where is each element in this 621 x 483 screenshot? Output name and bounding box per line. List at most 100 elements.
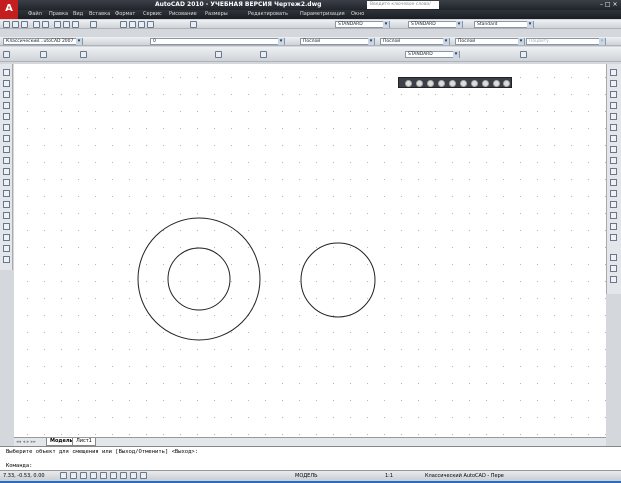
preview-icon[interactable] — [42, 21, 49, 28]
tab-nav-arrows[interactable]: ◂◂ ◂ ▸ ▸▸ — [16, 439, 36, 445]
rectangle-icon[interactable] — [3, 113, 10, 120]
scale-icon[interactable] — [610, 146, 617, 153]
xline-icon[interactable] — [40, 51, 47, 58]
zoom-out-icon[interactable] — [493, 80, 500, 87]
help-icon[interactable] — [190, 21, 197, 28]
open-icon[interactable] — [12, 21, 19, 28]
zoom-extents-icon[interactable] — [503, 80, 510, 87]
join-icon[interactable] — [610, 201, 617, 208]
zoom-realtime-icon[interactable] — [129, 21, 136, 28]
drawing-canvas[interactable] — [14, 64, 606, 437]
circle-offset[interactable] — [300, 242, 376, 318]
dim-style-select[interactable]: STANDARD — [408, 21, 463, 28]
circle-inner[interactable] — [167, 247, 231, 311]
zoom-window-icon[interactable] — [138, 21, 145, 28]
mleader-icon[interactable] — [520, 51, 527, 58]
menu-file[interactable]: Файл — [28, 11, 42, 17]
insert-block-icon[interactable] — [3, 190, 10, 197]
linetype-select[interactable]: Послой — [380, 38, 450, 45]
lineweight-icon[interactable] — [140, 472, 147, 479]
otrack-icon[interactable] — [110, 472, 117, 479]
lineweight-select[interactable]: Послой — [455, 38, 525, 45]
color-select[interactable]: Послой — [300, 38, 375, 45]
menu-edit[interactable]: Правка — [49, 11, 68, 17]
circle-icon[interactable] — [80, 51, 87, 58]
make-block-icon[interactable] — [3, 201, 10, 208]
line-icon[interactable] — [3, 69, 10, 76]
new-icon[interactable] — [3, 21, 10, 28]
workspace-switch[interactable]: Классический AutoCAD - Пере — [425, 473, 504, 479]
window-controls[interactable]: – □ × — [600, 1, 618, 8]
text-style-select[interactable]: STANDARD — [335, 21, 390, 28]
save-icon[interactable] — [21, 21, 28, 28]
copy-icon[interactable] — [63, 21, 70, 28]
draworder-front-icon[interactable] — [610, 276, 617, 283]
command-prompt[interactable]: Команда: — [6, 463, 33, 469]
zoom-in-icon[interactable] — [482, 80, 489, 87]
line-icon[interactable] — [3, 51, 10, 58]
linear-dim-icon[interactable] — [215, 51, 222, 58]
workspace-select[interactable]: Классический...utoCAD 2007 — [3, 38, 83, 45]
grid-icon[interactable] — [70, 472, 77, 479]
paste-icon[interactable] — [72, 21, 79, 28]
osnap-icon[interactable] — [100, 472, 107, 479]
cut-icon[interactable] — [54, 21, 61, 28]
copy-icon[interactable] — [610, 80, 617, 87]
polar-icon[interactable] — [90, 472, 97, 479]
pan-icon[interactable] — [120, 21, 127, 28]
ortho-icon[interactable] — [80, 472, 87, 479]
ellipse-icon[interactable] — [3, 168, 10, 175]
revcloud-icon[interactable] — [3, 146, 10, 153]
draworder-back-icon[interactable] — [610, 265, 617, 272]
tab-layout1[interactable]: Лист1 — [72, 438, 96, 446]
plot-style-select[interactable]: Поцвету — [526, 38, 606, 45]
menu-parametric[interactable]: Параметризация — [300, 11, 345, 17]
ducs-icon[interactable] — [120, 472, 127, 479]
snap-icon[interactable] — [60, 472, 67, 479]
zoom-dynamic-icon[interactable] — [438, 80, 445, 87]
mirror-icon[interactable] — [610, 91, 617, 98]
zoom-previous-icon[interactable] — [147, 21, 154, 28]
menu-format[interactable]: Формат — [115, 11, 135, 17]
mleader-style-select[interactable]: STANDARD — [405, 51, 460, 58]
zoom-object-icon[interactable] — [471, 80, 478, 87]
zoom-realtime-icon[interactable] — [405, 80, 412, 87]
rotate-icon[interactable] — [610, 135, 617, 142]
move-icon[interactable] — [610, 124, 617, 131]
break-icon[interactable] — [610, 190, 617, 197]
application-menu-button[interactable]: A — [0, 0, 18, 19]
model-space-button[interactable]: МОДЕЛЬ — [295, 473, 318, 479]
undo-icon[interactable] — [90, 21, 97, 28]
offset-icon[interactable] — [610, 102, 617, 109]
help-search-input[interactable]: Введите ключевое слово/фразу — [367, 1, 439, 15]
coordinates-readout[interactable]: 7.33, -0.53, 0.00 — [3, 473, 45, 479]
annotation-scale[interactable]: 1:1 — [385, 473, 393, 479]
table-style-select[interactable]: Standard — [474, 21, 534, 28]
polygon-icon[interactable] — [3, 102, 10, 109]
array-icon[interactable] — [610, 113, 617, 120]
zoom-center-icon[interactable] — [460, 80, 467, 87]
menu-view[interactable]: Вид — [73, 11, 83, 17]
stretch-icon[interactable] — [610, 157, 617, 164]
explode-icon[interactable] — [610, 234, 617, 241]
circle-outer[interactable] — [137, 217, 261, 341]
zoom-scale-icon[interactable] — [449, 80, 456, 87]
erase-icon[interactable] — [610, 69, 617, 76]
draworder-icon[interactable] — [610, 254, 617, 261]
command-window[interactable]: Выберите объект для смещения или [Выход/… — [0, 446, 621, 470]
menu-draw[interactable]: Рисование — [169, 11, 197, 17]
arc-icon[interactable] — [3, 124, 10, 131]
radius-dim-icon[interactable] — [260, 51, 267, 58]
zoom-window-icon[interactable] — [427, 80, 434, 87]
circle-icon[interactable] — [3, 135, 10, 142]
gradient-icon[interactable] — [3, 234, 10, 241]
polyline-icon[interactable] — [3, 91, 10, 98]
menu-dimension[interactable]: Размеры — [205, 11, 228, 17]
menu-modify[interactable]: Редактировать — [248, 11, 288, 17]
construction-line-icon[interactable] — [3, 80, 10, 87]
table-icon[interactable] — [3, 256, 10, 263]
print-icon[interactable] — [33, 21, 40, 28]
menu-tools[interactable]: Сервис — [143, 11, 162, 17]
chamfer-icon[interactable] — [610, 212, 617, 219]
extend-icon[interactable] — [610, 179, 617, 186]
